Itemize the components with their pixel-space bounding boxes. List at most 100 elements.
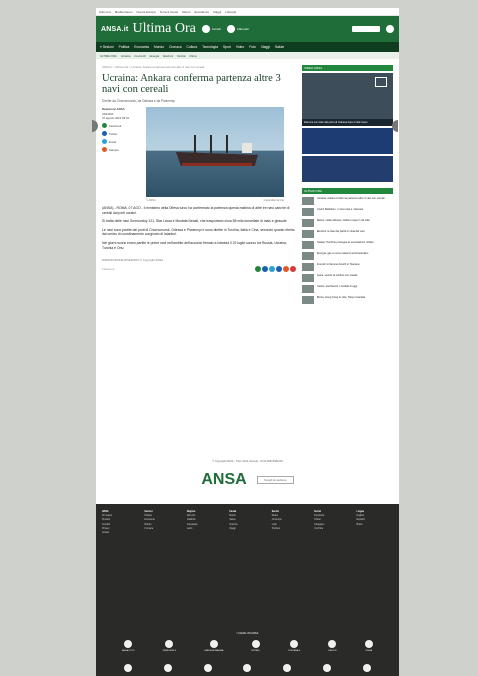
channel-item[interactable]: LAZIO E xyxy=(328,638,337,652)
linkedin-icon[interactable] xyxy=(275,266,282,273)
print-icon[interactable] xyxy=(289,266,296,273)
news-title: Meteo: caldo africano, bollino rosso in … xyxy=(316,219,370,222)
topic-item[interactable]: Elezioni xyxy=(163,54,173,58)
nav-item[interactable]: Mondo xyxy=(154,45,164,49)
footer-link[interactable]: Viaggi xyxy=(229,527,265,531)
footer-logo[interactable]: ANSA Scegli la sezione xyxy=(96,471,399,489)
channel-icon[interactable] xyxy=(123,664,132,672)
next-article-arrow[interactable] xyxy=(392,120,398,132)
news-thumb xyxy=(301,208,314,216)
topic-item[interactable]: Siccità xyxy=(177,54,185,58)
top-link[interactable]: Mediterraneo xyxy=(115,10,133,14)
breadcrumb[interactable]: ANSA.it > Ultima Ora > Ucraina: Ankara c… xyxy=(102,65,296,69)
article-meta-column: Redazione ANSA ANKARA 07 agosto 2022 09:… xyxy=(102,107,146,202)
paragraph: Si tratta delle navi Sormovskiy 121, Sta… xyxy=(102,219,288,224)
topic-item[interactable]: Clima xyxy=(189,54,196,58)
share-twitter[interactable]: Twitter xyxy=(102,131,146,136)
video-thumbnail-3[interactable] xyxy=(301,156,393,182)
sidebar: VIDEO ANSA Fiamme sul molo del porto di … xyxy=(301,65,393,304)
ansa-logo[interactable]: ANSA.it xyxy=(101,26,128,33)
nav-item[interactable]: Viaggi xyxy=(261,45,270,49)
nav-item[interactable]: Video xyxy=(236,45,244,49)
print-icon xyxy=(102,147,107,152)
nav-item[interactable]: Sport xyxy=(223,45,231,49)
share-print[interactable]: Stampa xyxy=(102,147,146,152)
news-item[interactable]: Calcio: amichevoli, i risultati di oggi xyxy=(301,285,393,293)
news-title: Taiwan: Pechino prosegue le esercitazion… xyxy=(316,241,374,244)
nav-item[interactable]: Tecnologia xyxy=(202,45,218,49)
news-item[interactable]: Elezioni, le liste dei partiti in vista … xyxy=(301,230,393,238)
channel-item[interactable]: TOSCANA & xyxy=(288,638,300,652)
topic-item[interactable]: ULTIMA ORA xyxy=(100,54,117,58)
nav-item[interactable]: Politica xyxy=(119,45,130,49)
video-caption[interactable]: Fiamme sul molo del porto di Odessa dopo… xyxy=(301,119,393,126)
news-item[interactable]: Ucraina: Ankara conferma partenza altre … xyxy=(301,197,393,205)
nav-item[interactable]: Salute xyxy=(275,45,284,49)
nav-item[interactable]: ≡ Sezioni xyxy=(100,45,114,49)
channel-icon[interactable] xyxy=(203,664,212,672)
share-facebook[interactable]: Facebook xyxy=(102,123,146,128)
video-thumbnail[interactable] xyxy=(301,73,393,119)
channel-item[interactable]: ITALIA xyxy=(364,638,373,652)
section-select[interactable]: Scegli la sezione xyxy=(257,476,294,484)
channel-icon xyxy=(165,640,174,648)
news-item[interactable]: Gaza, scontri al confine con Israele xyxy=(301,274,393,282)
news-item[interactable]: Covid: Bollettino, i nuovi casi e i dece… xyxy=(301,208,393,216)
article-photo[interactable] xyxy=(146,107,284,197)
channel-icon[interactable] xyxy=(163,664,172,672)
footer-link[interactable]: Cookie xyxy=(102,531,138,535)
nav-item[interactable]: Cronaca xyxy=(169,45,181,49)
footer-link[interactable]: Cronaca xyxy=(144,527,180,531)
news-item[interactable]: Energia, gas a nuovi massimi ad Amsterda… xyxy=(301,252,393,260)
email-icon[interactable] xyxy=(282,266,289,273)
channel-label: ANSA FOTO xyxy=(122,650,135,652)
whatsapp-icon[interactable] xyxy=(254,266,261,273)
channel-icon[interactable] xyxy=(283,664,292,672)
paragraph: Le navi sono partite dai porti di Chorno… xyxy=(102,227,295,237)
nav-item[interactable]: Foto xyxy=(249,45,256,49)
footer-column: ANSA Chi siamo Prodotti Contatti Privacy… xyxy=(102,510,138,535)
enlarge-photo-link[interactable]: Ingrandisci la foto xyxy=(264,199,284,202)
twitter-icon[interactable] xyxy=(268,266,275,273)
footer-link[interactable]: Podcast xyxy=(272,527,308,531)
topic-item[interactable]: Ucraina xyxy=(121,54,131,58)
channel-item[interactable]: ESTERI xyxy=(251,638,260,652)
news-item[interactable]: Meteo: caldo africano, bollino rosso in … xyxy=(301,219,393,227)
top-link[interactable]: Lifestyle xyxy=(225,10,236,14)
channel-icon[interactable] xyxy=(362,664,371,672)
login-icon[interactable] xyxy=(201,25,210,33)
login-label[interactable]: Accedi xyxy=(212,27,221,31)
top-link[interactable]: Eccellenze xyxy=(194,10,209,14)
top-link[interactable]: Terra & Gusto xyxy=(160,10,179,14)
news-item[interactable]: Borsa: Hong Kong in calo, Tokyo invariat… xyxy=(301,296,393,304)
subscribe-label[interactable]: Abbonati xyxy=(237,27,249,31)
news-thumb xyxy=(301,230,314,238)
news-item[interactable]: Taiwan: Pechino prosegue le esercitazion… xyxy=(301,241,393,249)
channel-icon[interactable] xyxy=(243,664,252,672)
facebook-icon[interactable] xyxy=(261,266,268,273)
search-input[interactable] xyxy=(352,26,380,32)
channel-item[interactable]: PIEMONTE & xyxy=(163,638,176,652)
top-link[interactable]: Nuova Europa xyxy=(136,10,155,14)
subscribe-icon[interactable] xyxy=(226,25,235,33)
share-email[interactable]: Email xyxy=(102,139,146,144)
top-link[interactable]: Motori xyxy=(182,10,190,14)
channel-item[interactable]: ANSA FOTO xyxy=(122,638,135,652)
search-icon[interactable] xyxy=(386,25,394,33)
footer-link[interactable]: Lazio xyxy=(187,527,223,531)
channel-item[interactable]: EMILIA ROMAGNA xyxy=(204,638,223,652)
share-label: Facebook xyxy=(109,123,122,128)
channel-label: ESTERI xyxy=(251,650,260,652)
topic-item[interactable]: Covid-19 xyxy=(134,54,145,58)
footer-link[interactable]: Brasil xyxy=(357,523,393,527)
footer-link[interactable]: YouTube xyxy=(314,527,350,531)
nav-item[interactable]: Economia xyxy=(134,45,149,49)
channel-icon[interactable] xyxy=(323,664,332,672)
video-thumbnail-2[interactable] xyxy=(301,128,393,154)
topic-item[interactable]: Energia xyxy=(150,54,160,58)
top-link[interactable]: Viaggi xyxy=(213,10,221,14)
news-item[interactable]: Incendi: in fiamme boschi in Toscana xyxy=(301,263,393,271)
nav-item[interactable]: Cultura xyxy=(187,45,198,49)
video-section-title: VIDEO ANSA xyxy=(301,65,393,71)
top-link[interactable]: Ultim'ora xyxy=(99,10,111,14)
